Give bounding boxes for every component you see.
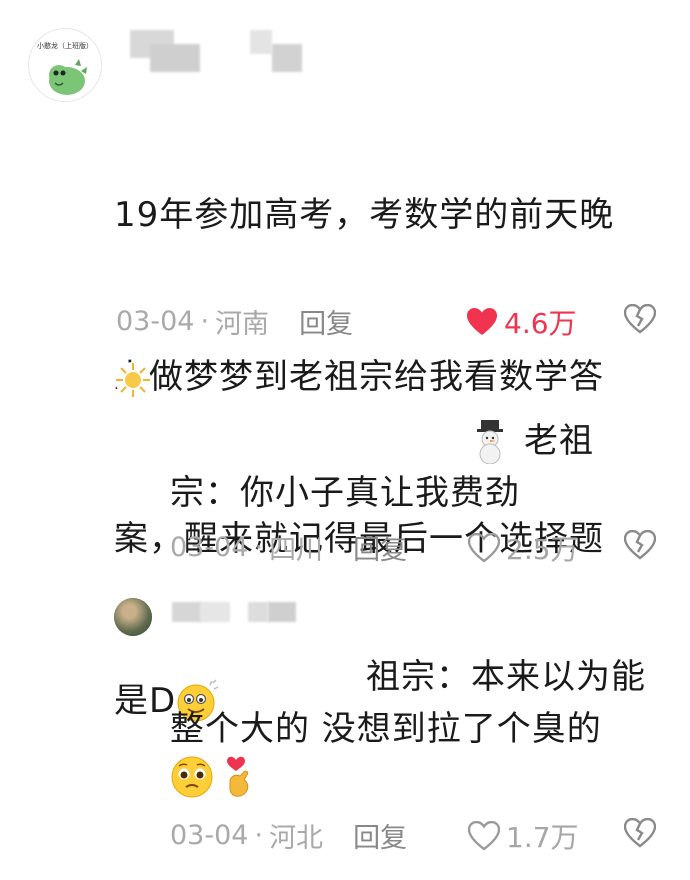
dragon-icon [49, 59, 87, 95]
snowman-emoji-icon [477, 420, 503, 464]
comment-date: 03-04 [170, 532, 249, 563]
comment-location: 四川 [269, 535, 324, 566]
heart-outline-icon [468, 821, 500, 851]
comment-location: 河南 [215, 309, 270, 340]
avatar[interactable] [114, 598, 152, 636]
comment-line: 老祖 [524, 421, 594, 461]
username-blur [150, 44, 200, 72]
comment-meta: 03-04 · 河北 回复 [170, 816, 407, 855]
comment-line: 19年参加高考，考数学的前天晚 [114, 195, 615, 235]
username-blur [200, 602, 230, 622]
reply-button[interactable]: 回复 [299, 302, 353, 341]
heart-outline-icon [468, 533, 500, 563]
username[interactable] [172, 602, 202, 622]
comment-date: 03-04 [116, 306, 195, 337]
comment-meta: 03-04 · 四川 回复 [170, 528, 407, 567]
heart-filled-icon [467, 308, 497, 335]
like-count: 2.5万 [506, 533, 579, 566]
sun-icon [116, 363, 150, 397]
username-blur [272, 44, 302, 72]
like-button[interactable]: 2.5万 [468, 528, 579, 568]
avatar-photo [114, 598, 152, 636]
avatar-label: 小憨龙（上班版） [37, 42, 93, 50]
comment-line: 整个大的 没想到拉了个臭的 [170, 709, 602, 749]
separator: · [200, 306, 210, 337]
like-button[interactable]: 1.7万 [468, 816, 579, 856]
like-count: 4.6万 [504, 307, 577, 340]
comment-date: 03-04 [170, 820, 249, 851]
comment-line: 宗：你小子真让我费劲 [170, 473, 520, 513]
emoji-row [168, 752, 260, 802]
pleading-face-emoji-icon [171, 756, 213, 798]
comment-line: 祖宗：本来以为能 [366, 657, 646, 697]
username-blur [250, 30, 272, 54]
broken-heart-icon[interactable] [624, 530, 656, 560]
separator: · [254, 820, 264, 851]
like-count: 1.7万 [506, 821, 579, 854]
reply-button[interactable]: 回复 [353, 528, 407, 567]
comment-meta: 03-04 · 河南 回复 [116, 302, 353, 341]
broken-heart-icon[interactable] [624, 818, 656, 848]
comment-location: 河北 [269, 823, 324, 854]
avatar[interactable]: 小憨龙（上班版） [28, 28, 102, 102]
username-blur [248, 602, 268, 622]
username-blur [268, 602, 296, 622]
like-button[interactable]: 4.6万 [466, 302, 577, 342]
reply-button[interactable]: 回复 [353, 816, 407, 855]
separator: · [254, 532, 264, 563]
comment-line-start: 老祖 [470, 414, 594, 468]
avatar[interactable] [115, 362, 151, 398]
comment-line: 上做梦梦到老祖宗给我看数学答 [114, 357, 604, 397]
finger-heart-emoji-icon [227, 756, 249, 797]
broken-heart-icon[interactable] [624, 304, 656, 334]
comment-line: 是D [114, 681, 177, 721]
